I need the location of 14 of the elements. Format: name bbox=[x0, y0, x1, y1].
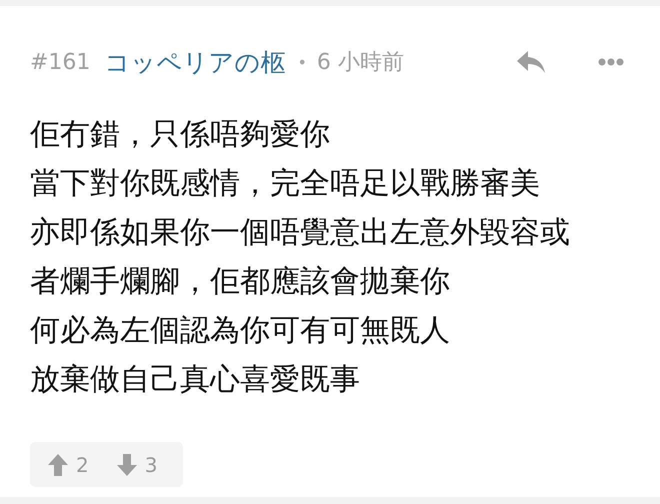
comment-line: 佢冇錯，只係唔夠愛你 bbox=[30, 116, 331, 154]
comment-line: 放棄做自己真心喜愛既事 bbox=[30, 361, 361, 399]
downvote-button[interactable]: 3 bbox=[116, 452, 158, 476]
post-number: #161 bbox=[30, 50, 90, 74]
post-time: 6 小時前 bbox=[316, 49, 404, 77]
author-link[interactable]: コッペリアの柩 bbox=[104, 46, 286, 78]
comment-line: 者爛手爛腳，佢都應該會拋棄你 bbox=[30, 263, 451, 301]
comment-line: 亦即係如果你一個唔覺意出左意外毀容或 bbox=[30, 214, 571, 252]
more-button[interactable] bbox=[598, 58, 624, 66]
reply-button[interactable] bbox=[516, 49, 546, 75]
separator-dot: • bbox=[297, 52, 307, 72]
comment-line: 何必為左個認為你可有可無既人 bbox=[30, 312, 451, 350]
comment-line: 當下對你既感情，完全唔足以戰勝審美 bbox=[30, 165, 541, 203]
upvote-button[interactable]: 2 bbox=[48, 452, 89, 476]
